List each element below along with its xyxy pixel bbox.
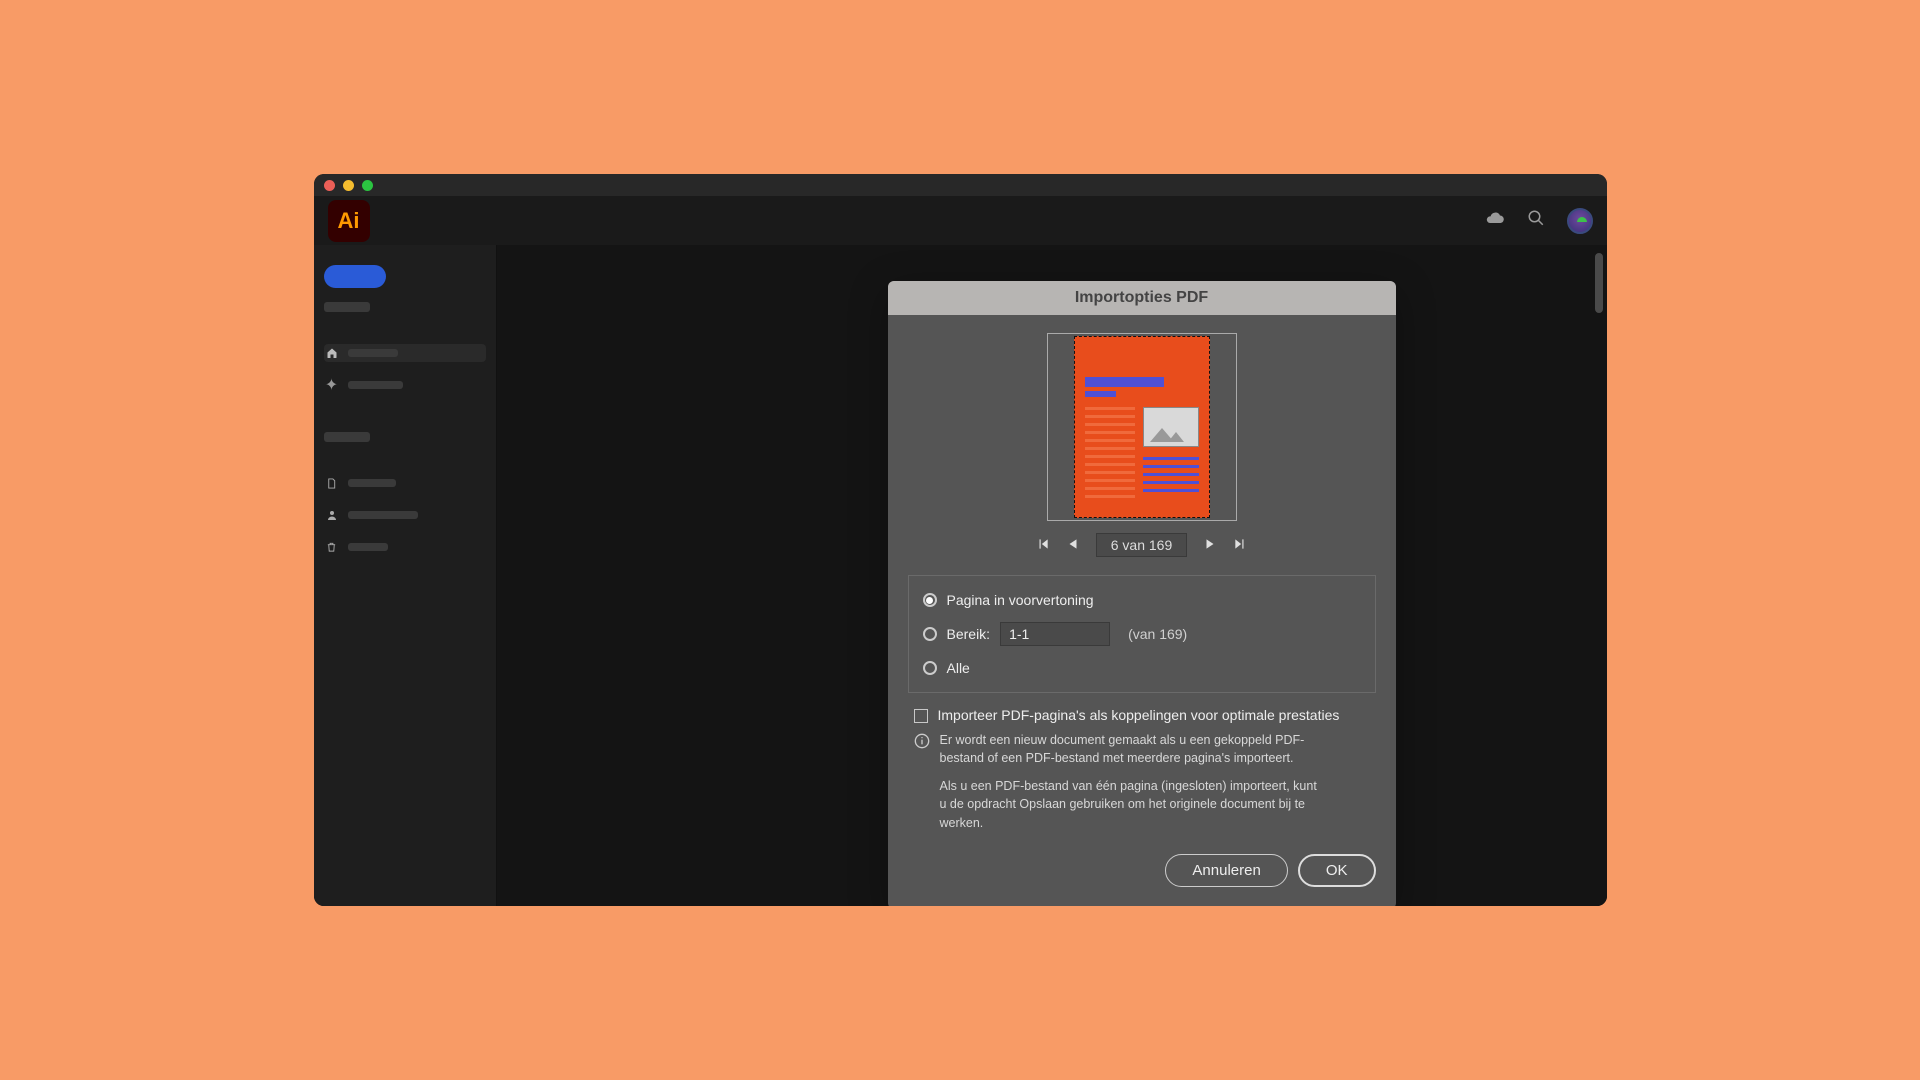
minimize-window-icon[interactable] bbox=[343, 180, 354, 191]
sidebar: ✦ bbox=[314, 245, 497, 906]
last-page-icon[interactable] bbox=[1233, 537, 1247, 554]
close-window-icon[interactable] bbox=[324, 180, 335, 191]
main-area: ✦ bbox=[314, 245, 1607, 906]
page-indicator[interactable]: 6 van 169 bbox=[1096, 533, 1188, 557]
import-options: Pagina in voorvertoning Bereik: (van 169… bbox=[908, 575, 1376, 693]
page-thumbnail bbox=[1074, 336, 1210, 518]
sidebar-item-files[interactable] bbox=[324, 474, 486, 492]
trash-icon bbox=[326, 541, 338, 553]
pdf-import-dialog: Importopties PDF bbox=[888, 281, 1396, 906]
radio-all[interactable] bbox=[923, 661, 937, 675]
window-titlebar bbox=[314, 174, 1607, 196]
maximize-window-icon[interactable] bbox=[362, 180, 373, 191]
page-preview bbox=[1047, 333, 1237, 521]
ok-button[interactable]: OK bbox=[1298, 854, 1376, 887]
person-icon bbox=[326, 509, 338, 521]
sidebar-item-deleted[interactable] bbox=[324, 538, 486, 556]
radio-all-label: Alle bbox=[947, 660, 970, 676]
next-page-icon[interactable] bbox=[1203, 537, 1217, 554]
sidebar-primary-button[interactable] bbox=[324, 265, 386, 288]
radio-preview-page[interactable] bbox=[923, 593, 937, 607]
app-logo: Ai bbox=[328, 200, 370, 242]
sidebar-item-shared[interactable] bbox=[324, 506, 486, 524]
topbar: Ai bbox=[314, 196, 1607, 245]
home-icon bbox=[326, 347, 338, 359]
cloud-icon[interactable] bbox=[1485, 208, 1505, 233]
page-pager: 6 van 169 bbox=[908, 533, 1376, 557]
range-hint: (van 169) bbox=[1128, 626, 1187, 642]
prev-page-icon[interactable] bbox=[1066, 537, 1080, 554]
content-area: Importopties PDF bbox=[497, 245, 1607, 906]
info-text: Er wordt een nieuw document gemaakt als … bbox=[940, 731, 1320, 832]
search-icon[interactable] bbox=[1527, 209, 1545, 232]
scrollbar[interactable] bbox=[1595, 253, 1603, 313]
document-icon bbox=[326, 477, 338, 489]
first-page-icon[interactable] bbox=[1036, 537, 1050, 554]
checkbox-import-as-links[interactable] bbox=[914, 709, 928, 723]
radio-range-label: Bereik: bbox=[947, 626, 991, 642]
sidebar-item-learn[interactable]: ✦ bbox=[324, 376, 486, 394]
checkbox-import-as-links-label: Importeer PDF-pagina's als koppelingen v… bbox=[938, 707, 1340, 723]
radio-range[interactable] bbox=[923, 627, 937, 641]
image-placeholder-icon bbox=[1143, 407, 1199, 447]
avatar[interactable] bbox=[1567, 208, 1593, 234]
sidebar-item-home[interactable] bbox=[324, 344, 486, 362]
info-icon bbox=[914, 733, 930, 749]
app-window: Ai ✦ bbox=[314, 174, 1607, 906]
sparkle-icon: ✦ bbox=[326, 379, 338, 391]
radio-preview-label: Pagina in voorvertoning bbox=[947, 592, 1094, 608]
range-input[interactable] bbox=[1000, 622, 1110, 646]
cancel-button[interactable]: Annuleren bbox=[1165, 854, 1287, 887]
dialog-title: Importopties PDF bbox=[888, 281, 1396, 315]
